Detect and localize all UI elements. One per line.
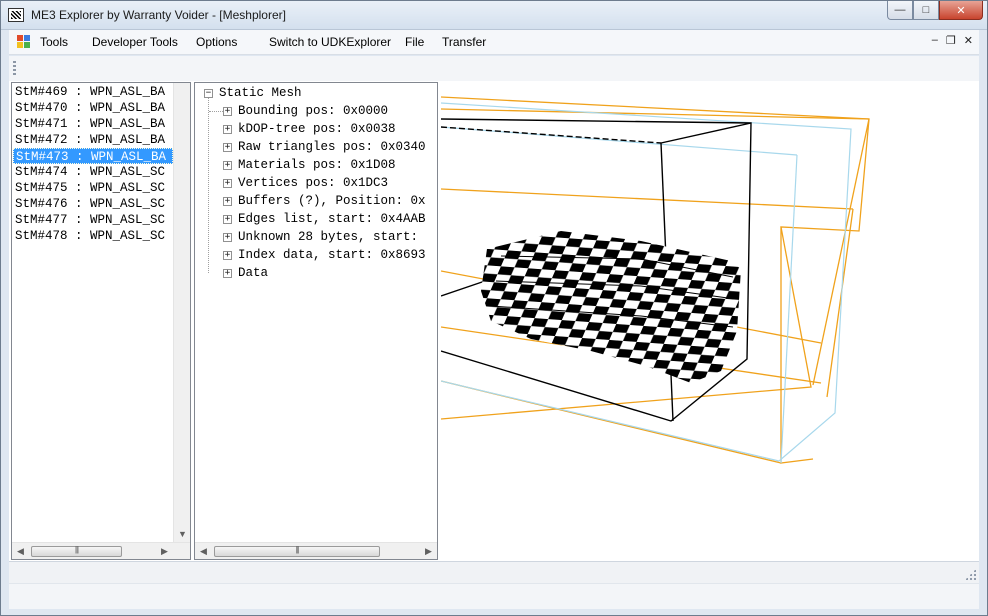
menu-transfer[interactable]: Transfer [442, 35, 486, 49]
list-item[interactable]: StM#474 : WPN_ASL_SC [13, 164, 173, 180]
mdi-child-buttons: – ❐ ✕ [932, 34, 973, 47]
toolbar [9, 56, 979, 81]
mesh-listbox[interactable]: StM#469 : WPN_ASL_BA StM#470 : WPN_ASL_B… [11, 82, 191, 560]
expand-icon[interactable]: + [223, 125, 232, 134]
tree-root-static-mesh[interactable]: Static Mesh [219, 84, 302, 102]
list-item[interactable]: StM#472 : WPN_ASL_BA [13, 132, 173, 148]
application-window: ME3 Explorer by Warranty Voider - [Meshp… [0, 0, 988, 616]
expand-icon[interactable]: + [223, 107, 232, 116]
scroll-thumb[interactable] [31, 546, 122, 557]
tree-horizontal-scrollbar[interactable]: ◀ ▶ [195, 542, 437, 559]
status-strip [9, 561, 979, 583]
tree-node[interactable]: Data [238, 264, 268, 282]
list-item[interactable]: StM#471 : WPN_ASL_BA [13, 116, 173, 132]
close-button[interactable]: ✕ [939, 1, 983, 20]
scroll-right-arrow-icon[interactable]: ▶ [420, 543, 437, 559]
menu-tools[interactable]: Tools [40, 35, 68, 49]
checkered-mesh [481, 231, 741, 383]
mesh-3d-viewport[interactable] [441, 81, 979, 561]
menu-switch-to-udkexplorer[interactable]: Switch to UDKExplorer [269, 35, 391, 49]
mdi-minimize-button[interactable]: – [932, 34, 938, 47]
mesh-render [441, 96, 870, 464]
tree-node[interactable]: Edges list, start: 0x4AAB [238, 210, 426, 228]
expand-icon[interactable]: + [223, 269, 232, 278]
menu-file[interactable]: File [405, 35, 424, 49]
expand-icon[interactable]: + [223, 233, 232, 242]
expand-icon[interactable]: + [223, 197, 232, 206]
scroll-left-arrow-icon[interactable]: ◀ [12, 543, 29, 559]
expand-icon[interactable]: + [223, 143, 232, 152]
menu-developer-tools[interactable]: Developer Tools [92, 35, 178, 49]
tree-connector-line [209, 111, 223, 112]
mesh-list-vertical-scrollbar[interactable]: ▼ [173, 83, 190, 542]
list-item-selected[interactable]: StM#473 : WPN_ASL_BA [13, 148, 173, 164]
resize-grip-icon[interactable] [965, 569, 976, 580]
mdi-restore-button[interactable]: ❐ [946, 34, 956, 47]
list-item[interactable]: StM#477 : WPN_ASL_SC [13, 212, 173, 228]
caption-buttons: — □ ✕ [887, 1, 983, 20]
tree-node[interactable]: Raw triangles pos: 0x0340 [238, 138, 426, 156]
list-item[interactable]: StM#476 : WPN_ASL_SC [13, 196, 173, 212]
expand-icon[interactable]: + [223, 179, 232, 188]
list-item[interactable]: StM#478 : WPN_ASL_SC [13, 228, 173, 244]
window-title: ME3 Explorer by Warranty Voider - [Meshp… [31, 8, 286, 22]
scroll-down-arrow-icon[interactable]: ▼ [174, 525, 190, 542]
bottom-toolbar [9, 583, 979, 609]
tree-connector-line [208, 98, 209, 273]
tree-node[interactable]: Vertices pos: 0x1DC3 [238, 174, 388, 192]
title-bar: ME3 Explorer by Warranty Voider - [Meshp… [1, 1, 987, 30]
expand-icon[interactable]: + [223, 251, 232, 260]
list-item[interactable]: StM#475 : WPN_ASL_SC [13, 180, 173, 196]
menu-options[interactable]: Options [196, 35, 237, 49]
tree-node[interactable]: Bounding pos: 0x0000 [238, 102, 388, 120]
list-item[interactable]: StM#469 : WPN_ASL_BA [13, 84, 173, 100]
mdi-close-button[interactable]: ✕ [964, 34, 973, 47]
scroll-right-arrow-icon[interactable]: ▶ [156, 543, 173, 559]
tree-node[interactable]: Index data, start: 0x8693 [238, 246, 426, 264]
expand-icon[interactable]: + [223, 215, 232, 224]
app-icon [8, 8, 24, 22]
toolbar-grip[interactable] [13, 61, 16, 77]
meshplorer-client: StM#469 : WPN_ASL_BA StM#470 : WPN_ASL_B… [9, 81, 979, 561]
tree-node[interactable]: kDOP-tree pos: 0x0038 [238, 120, 396, 138]
mesh-list-horizontal-scrollbar[interactable]: ◀ ▶ [12, 542, 190, 559]
expand-icon[interactable]: + [223, 161, 232, 170]
collapse-icon[interactable]: − [204, 89, 213, 98]
maximize-button[interactable]: □ [913, 1, 939, 20]
menu-bar: Tools Developer Tools Options Switch to … [9, 30, 979, 55]
tree-node[interactable]: Materials pos: 0x1D08 [238, 156, 396, 174]
tree-node[interactable]: Unknown 28 bytes, start: [238, 228, 418, 246]
list-item[interactable]: StM#470 : WPN_ASL_BA [13, 100, 173, 116]
tools-menu-icon [17, 35, 31, 49]
tree-node[interactable]: Buffers (?), Position: 0x [238, 192, 426, 210]
mesh-properties-tree[interactable]: − Static Mesh + Bounding pos: 0x0000 + k… [194, 82, 438, 560]
scroll-thumb[interactable] [214, 546, 380, 557]
scroll-left-arrow-icon[interactable]: ◀ [195, 543, 212, 559]
minimize-button[interactable]: — [887, 1, 913, 20]
